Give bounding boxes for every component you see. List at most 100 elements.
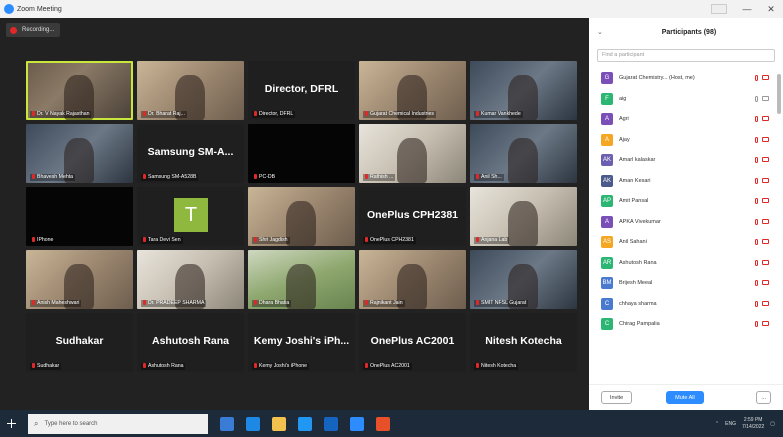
mute-all-button[interactable]: Mute All <box>666 391 704 404</box>
video-tile[interactable]: Anil Sh... <box>470 124 577 183</box>
participant-status-icons <box>755 259 769 266</box>
video-tile[interactable]: Ashutosh Rana Ashutosh Rana <box>137 313 244 372</box>
participant-name: Amit Pansal <box>619 198 649 205</box>
video-tile[interactable]: Bhavesh Mehta <box>26 124 133 183</box>
tile-name-label: Anish Maheshwari <box>30 300 82 307</box>
muted-mic-icon <box>365 300 368 306</box>
participant-row[interactable]: G Gujarat Chemistry... (Host, me) <box>589 68 775 89</box>
start-button[interactable] <box>0 410 22 437</box>
task-view-icon[interactable] <box>220 416 234 431</box>
muted-mic-icon <box>755 198 758 205</box>
participant-avatar: C <box>601 318 613 331</box>
tile-display-name: Director, DFRL <box>264 83 339 95</box>
participant-row[interactable]: Cchhaya sharma <box>589 294 775 315</box>
participant-row[interactable]: A Ajay <box>589 130 775 151</box>
participant-row[interactable]: AK Aman Kesari <box>589 171 775 192</box>
video-tile[interactable]: Kemy Joshi's iPh... Kemy Joshi's iPhone <box>248 313 355 372</box>
store-icon[interactable] <box>298 416 312 431</box>
tile-name-text: Shri Jagdish <box>259 237 288 243</box>
participant-avatar: AP <box>601 195 613 208</box>
tile-name-text: Rajnikant Jain <box>370 300 403 306</box>
windows-taskbar: ⌕ Type here to search ⌃ ENG 2:59 PM 7/14… <box>0 410 783 437</box>
tile-display-name: Samsung SM-A... <box>147 146 234 158</box>
participant-name: Aman Kesari <box>619 177 651 184</box>
tile-name-text: Dr. PRADEEP SHARMA <box>148 300 205 306</box>
video-tile[interactable]: Dr. V Nayak Rajasthan <box>26 61 133 120</box>
participant-row[interactable]: C Chirag Pampalia <box>589 314 775 335</box>
video-off-icon <box>762 157 769 163</box>
video-tile[interactable]: OnePlus AC2001 OnePlus AC2001 <box>359 313 466 372</box>
tile-name-label: Dr. V Nayak Rajasthan <box>30 111 92 118</box>
more-button[interactable]: ... <box>756 391 771 404</box>
participant-name: Gujarat Chemistry... (Host, me) <box>619 75 695 82</box>
tile-name-label: SMIT NFSL Gujarat <box>474 300 529 307</box>
language-indicator[interactable]: ENG <box>725 421 736 427</box>
tile-name-text: Kemy Joshi's iPhone <box>259 363 307 369</box>
participant-video-figure <box>397 138 427 183</box>
tile-name-text: PC-DB <box>259 174 276 180</box>
close-button[interactable]: ✕ <box>759 0 783 18</box>
video-tile[interactable]: T Tara Devi Sen <box>137 187 244 246</box>
video-tile[interactable]: Sudhakar Sudhakar <box>26 313 133 372</box>
participant-avatar: C <box>601 297 613 310</box>
participant-avatar: A <box>601 113 613 126</box>
video-tile[interactable]: Kumar Vankhede <box>470 61 577 120</box>
tile-name-label: Kemy Joshi's iPhone <box>252 363 309 370</box>
video-tile[interactable]: Nitesh Kotecha Nitesh Kotecha <box>470 313 577 372</box>
tile-name-text: Anish Maheshwari <box>37 300 80 306</box>
participant-row[interactable]: AR Ashutosh Rana <box>589 253 775 274</box>
notification-icon[interactable]: ▢ <box>770 421 775 427</box>
video-tile[interactable]: Dr. PRADEEP SHARMA <box>137 250 244 309</box>
mail-icon[interactable] <box>324 416 338 431</box>
video-tile[interactable]: Shri Jagdish <box>248 187 355 246</box>
clock[interactable]: 2:59 PM 7/14/2022 <box>742 417 764 431</box>
video-tile[interactable]: Anish Maheshwari <box>26 250 133 309</box>
video-tile[interactable]: OnePlus CPH2381 OnePlus CPH2381 <box>359 187 466 246</box>
video-tile[interactable]: Director, DFRL Director, DFRL <box>248 61 355 120</box>
participant-status-icons <box>755 177 769 184</box>
minimize-button[interactable]: — <box>735 0 759 18</box>
participant-row[interactable]: A Agri <box>589 109 775 130</box>
zoom-taskbar-icon[interactable] <box>350 416 364 431</box>
participant-status-icons <box>755 157 769 164</box>
video-tile[interactable]: Dr. Bharat Raj... <box>137 61 244 120</box>
participant-row[interactable]: BM Brijesh Meeal <box>589 273 775 294</box>
video-tile[interactable]: PC-DB <box>248 124 355 183</box>
participant-avatar: F <box>601 92 613 105</box>
participant-row[interactable]: AK Amarl kalaskar <box>589 150 775 171</box>
tile-name-label: Shri Jagdish <box>252 237 290 244</box>
video-tile[interactable]: Anjana Lab <box>470 187 577 246</box>
video-tile[interactable]: Gujarat Chemical Industries <box>359 61 466 120</box>
participant-row[interactable]: A APKA Vivekumar <box>589 212 775 233</box>
chevron-down-icon[interactable]: ⌄ <box>597 28 603 36</box>
network-icon[interactable]: ⌃ <box>715 421 719 427</box>
taskbar-search-box[interactable]: ⌕ Type here to search <box>28 413 208 434</box>
participant-row[interactable]: AP Amit Pansal <box>589 191 775 212</box>
edge-browser-icon[interactable] <box>246 416 260 431</box>
recording-indicator[interactable]: Recording... <box>6 23 61 37</box>
window-controls: — ✕ <box>711 0 783 18</box>
video-tile[interactable]: Rajnikant Jain <box>359 250 466 309</box>
video-tile[interactable]: Dhara Bhatia <box>248 250 355 309</box>
muted-mic-icon <box>755 177 758 184</box>
participant-row[interactable]: Faig <box>589 89 775 110</box>
video-tile[interactable]: Rathish ... <box>359 124 466 183</box>
participant-search-input[interactable]: Find a participant <box>597 49 775 62</box>
invite-button[interactable]: Invite <box>601 391 633 404</box>
tile-name-text: Dr. V Nayak Rajasthan <box>37 111 90 117</box>
muted-mic-icon <box>143 174 146 180</box>
video-tile[interactable]: Samsung SM-A... Samsung SM-A528B <box>137 124 244 183</box>
participant-row[interactable]: AS Anil Sahani <box>589 232 775 253</box>
video-tile[interactable]: IPhone <box>26 187 133 246</box>
participant-name: aig <box>619 95 627 102</box>
muted-mic-icon <box>32 174 35 180</box>
muted-mic-icon <box>254 300 257 306</box>
video-tile[interactable]: SMIT NFSL Gujarat <box>470 250 577 309</box>
powerpoint-icon[interactable] <box>376 416 390 431</box>
participant-list-scrollbar[interactable] <box>777 74 781 114</box>
muted-mic-icon <box>755 259 758 266</box>
video-off-icon <box>762 239 769 245</box>
file-explorer-icon[interactable] <box>272 416 286 431</box>
tile-name-label: Director, DFRL <box>252 111 296 118</box>
video-off-icon <box>762 259 769 265</box>
